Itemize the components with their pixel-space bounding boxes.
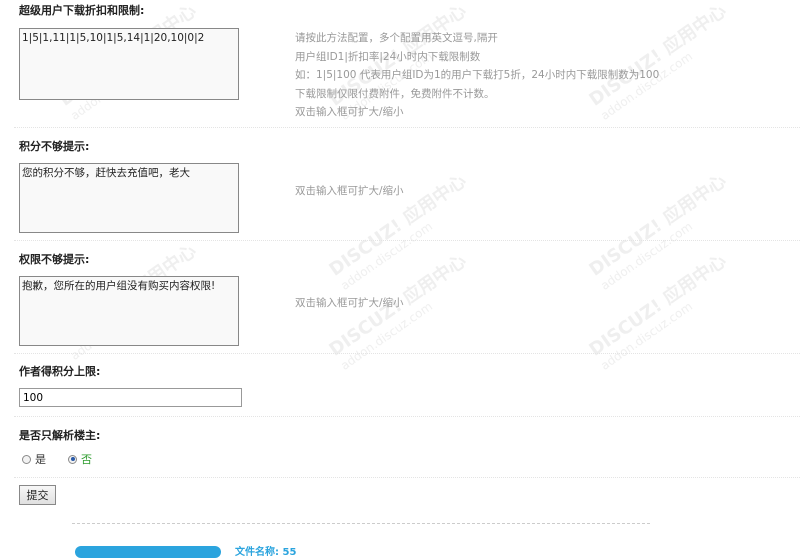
tip-line: 如：1|5|100 代表用户组ID为1的用户下载打5折，24小时内下载限制数为1… — [295, 69, 660, 81]
tip-line: 双击输入框可扩大/缩小 — [295, 106, 404, 118]
radio-yes[interactable] — [22, 454, 31, 464]
bottom-label: 文件名称: 55 — [235, 547, 297, 558]
watermark: DISCUZ! 应用中心addon.discuz.com — [585, 170, 731, 293]
radio-no[interactable] — [68, 454, 77, 464]
author-limit-input[interactable] — [19, 388, 242, 407]
owner-only-options: 是 否 — [22, 451, 92, 467]
divider — [14, 353, 800, 354]
credit-tip-title: 积分不够提示: — [19, 140, 90, 153]
tip-line: 下载限制仅限付费附件，免费附件不计数。 — [295, 87, 495, 100]
divider — [14, 477, 800, 478]
divider — [14, 416, 800, 417]
perm-tip-title: 权限不够提示: — [19, 253, 90, 266]
bottom-progress-bar — [75, 546, 221, 558]
perm-tip-hint: 双击输入框可扩大/缩小 — [295, 297, 404, 309]
submit-button[interactable]: 提交 — [19, 485, 56, 505]
discount-title: 超级用户下载折扣和限制: — [19, 4, 145, 17]
credit-tip-hint: 双击输入框可扩大/缩小 — [295, 185, 404, 197]
perm-tip-textarea[interactable]: 抱歉，您所在的用户组没有购买内容权限! — [19, 276, 239, 346]
author-limit-title: 作者得积分上限: — [19, 365, 101, 378]
radio-no-label[interactable]: 否 — [81, 451, 92, 467]
divider — [14, 240, 800, 241]
tip-line: 用户组ID1|折扣率|24小时内下载限制数 — [295, 50, 481, 63]
dashed-divider — [72, 523, 650, 524]
discount-textarea[interactable]: 1|5|1,11|1|5,10|1|5,14|1|20,10|0|2 — [19, 28, 239, 100]
discount-tips: 请按此方法配置，多个配置用英文逗号,隔开 用户组ID1|折扣率|24小时内下载限… — [295, 29, 659, 122]
owner-only-title: 是否只解析楼主: — [19, 429, 101, 442]
radio-yes-label[interactable]: 是 — [35, 451, 46, 467]
tip-line: 请按此方法配置，多个配置用英文逗号,隔开 — [295, 32, 498, 44]
divider — [14, 127, 800, 128]
credit-tip-textarea[interactable]: 您的积分不够，赶快去充值吧，老大 — [19, 163, 239, 233]
